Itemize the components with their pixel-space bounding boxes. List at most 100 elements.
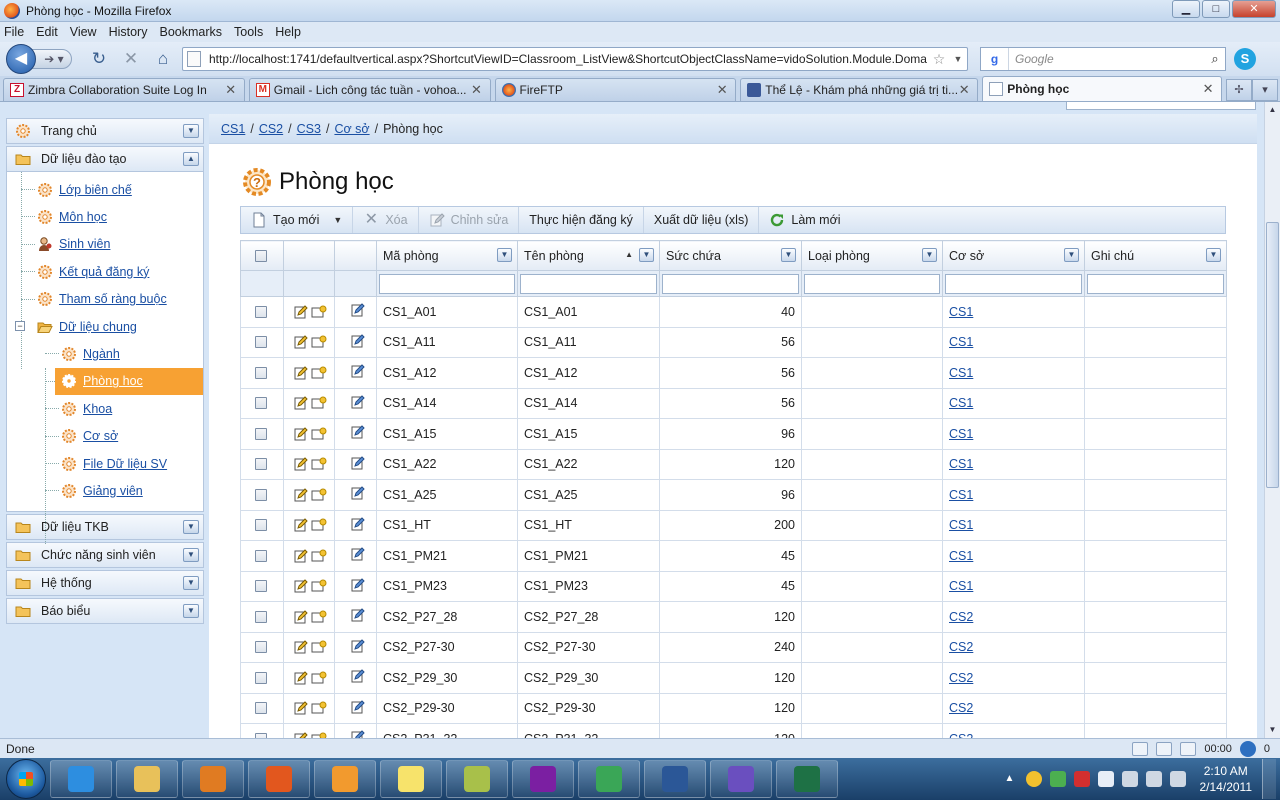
addon-icon[interactable] xyxy=(1132,741,1149,756)
scrollbar-thumb[interactable] xyxy=(1266,222,1279,488)
column-header-ma-phong[interactable]: Mã phòng ▼ xyxy=(376,240,518,271)
table-row[interactable]: CS2_P29-30 CS2_P29-30 120 CS2 xyxy=(240,692,1227,724)
cell-suc-chua[interactable]: 120 xyxy=(659,601,802,633)
open-detail-icon[interactable] xyxy=(311,488,327,502)
table-row[interactable]: CS1_A22 CS1_A22 120 CS1 xyxy=(240,448,1227,480)
row-checkbox[interactable] xyxy=(255,641,267,654)
search-placeholder[interactable]: Google xyxy=(1009,52,1205,66)
cell-loai-phong[interactable] xyxy=(801,509,943,541)
page-scrollbar[interactable]: ▲ ▼ xyxy=(1264,102,1280,738)
tray-sync-icon[interactable] xyxy=(1049,771,1066,787)
cell-ten-phong[interactable]: CS1_A12 xyxy=(517,357,660,389)
taskbar-app-yahoo[interactable] xyxy=(512,760,574,798)
edit-icon[interactable] xyxy=(294,549,310,563)
cell-suc-chua[interactable]: 96 xyxy=(659,479,802,511)
column-menu-icon[interactable]: ▼ xyxy=(1064,248,1079,262)
cell-ma-phong[interactable]: CS1_A12 xyxy=(376,357,518,389)
cell-co-so[interactable]: CS1 xyxy=(942,540,1085,572)
tray-messenger-icon[interactable] xyxy=(1025,771,1042,787)
cell-ten-phong[interactable]: CS2_P29-30 xyxy=(517,692,660,724)
cell-ten-phong[interactable]: CS1_A15 xyxy=(517,418,660,450)
select-all-checkbox[interactable] xyxy=(255,249,267,262)
co-so-link[interactable]: CS1 xyxy=(949,488,973,502)
nav-group-du-lieu-tkb[interactable]: Dữ liệu TKB ▼ xyxy=(6,513,204,540)
list-all-tabs-button[interactable]: ▾ xyxy=(1252,79,1279,101)
nav-group-bao-bieu[interactable]: Báo biểu ▼ xyxy=(6,597,204,624)
edit-row-icon[interactable] xyxy=(351,334,367,348)
status-globe-icon[interactable] xyxy=(1239,740,1256,757)
tab-close-icon[interactable]: ✕ xyxy=(1201,81,1215,97)
co-so-link[interactable]: CS2 xyxy=(949,671,973,685)
menu-view[interactable]: View xyxy=(70,25,97,39)
minimize-button[interactable]: ▁ xyxy=(1172,0,1200,18)
edit-icon[interactable] xyxy=(294,427,310,441)
breadcrumb-link-cs2[interactable]: CS2 xyxy=(259,122,283,136)
cell-co-so[interactable]: CS1 xyxy=(942,357,1085,389)
cell-loai-phong[interactable] xyxy=(801,601,943,633)
edit-row-icon[interactable] xyxy=(351,669,367,683)
open-detail-icon[interactable] xyxy=(311,671,327,685)
cell-loai-phong[interactable] xyxy=(801,570,943,602)
cell-ghi-chu[interactable] xyxy=(1084,357,1227,389)
export-xls-button[interactable]: Xuất dữ liệu (xls) xyxy=(644,207,760,233)
co-so-link[interactable]: CS1 xyxy=(949,366,973,380)
taskbar-app-tools[interactable] xyxy=(446,760,508,798)
open-detail-icon[interactable] xyxy=(311,396,327,410)
row-checkbox[interactable] xyxy=(255,305,267,318)
cell-co-so[interactable]: CS1 xyxy=(942,296,1085,328)
cell-ma-phong[interactable]: CS2_P27-30 xyxy=(376,631,518,663)
new-tab-button[interactable]: ✢ xyxy=(1226,79,1253,101)
menu-history[interactable]: History xyxy=(109,25,148,39)
cell-loai-phong[interactable] xyxy=(801,326,943,358)
edit-icon[interactable] xyxy=(294,518,310,532)
cell-loai-phong[interactable] xyxy=(801,357,943,389)
co-so-link[interactable]: CS1 xyxy=(949,335,973,349)
cell-ghi-chu[interactable] xyxy=(1084,296,1227,328)
taskbar-app-word[interactable] xyxy=(644,760,706,798)
column-menu-icon[interactable]: ▼ xyxy=(639,248,654,262)
cell-ma-phong[interactable]: CS2_P29_30 xyxy=(376,662,518,694)
cell-ghi-chu[interactable] xyxy=(1084,418,1227,450)
tab-close-icon[interactable]: ✕ xyxy=(715,82,729,98)
tray-arrow-icon[interactable]: ▲ xyxy=(1002,771,1018,787)
taskbar-app-media[interactable] xyxy=(182,760,244,798)
cell-ghi-chu[interactable] xyxy=(1084,509,1227,541)
edit-row-icon[interactable] xyxy=(351,578,367,592)
nav-group-he-thong[interactable]: Hệ thống ▼ xyxy=(6,569,204,596)
open-detail-icon[interactable] xyxy=(311,640,327,654)
cell-ma-phong[interactable]: CS1_HT xyxy=(376,509,518,541)
menu-bookmarks[interactable]: Bookmarks xyxy=(159,25,222,39)
row-checkbox[interactable] xyxy=(255,397,267,410)
column-header-ghi-chu[interactable]: Ghi chú ▼ xyxy=(1084,240,1227,271)
collapse-expander-icon[interactable]: − xyxy=(15,320,25,331)
cell-co-so[interactable]: CS1 xyxy=(942,479,1085,511)
table-row[interactable]: CS2_P29_30 CS2_P29_30 120 CS2 xyxy=(240,662,1227,694)
cell-suc-chua[interactable]: 120 xyxy=(659,692,802,724)
row-checkbox[interactable] xyxy=(255,702,267,715)
reload-icon[interactable]: ↻ xyxy=(86,46,112,72)
tree-folder-du-lieu-chung[interactable]: − Dữ liệu chung xyxy=(7,313,203,340)
tree-item-khoa[interactable]: Khoa xyxy=(7,395,203,422)
row-checkbox[interactable] xyxy=(255,366,267,379)
row-checkbox[interactable] xyxy=(255,580,267,593)
taskbar-app-monitor[interactable] xyxy=(578,760,640,798)
cell-loai-phong[interactable] xyxy=(801,540,943,572)
taskbar-app-explorer[interactable] xyxy=(116,760,178,798)
cell-suc-chua[interactable]: 120 xyxy=(659,448,802,480)
co-so-link[interactable]: CS1 xyxy=(949,427,973,441)
tab-gmail[interactable]: M Gmail - Lich công tác tuần - vohoa... … xyxy=(248,78,491,101)
cell-co-so[interactable]: CS2 xyxy=(942,723,1085,738)
cell-loai-phong[interactable] xyxy=(801,418,943,450)
column-menu-icon[interactable]: ▼ xyxy=(497,248,512,262)
tab-close-icon[interactable]: ✕ xyxy=(957,82,971,98)
edit-button[interactable]: Chỉnh sửa xyxy=(419,207,520,233)
edit-icon[interactable] xyxy=(294,579,310,593)
taskbar-app-editor[interactable] xyxy=(314,760,376,798)
chevron-down-icon[interactable]: ▼ xyxy=(183,124,199,138)
open-detail-icon[interactable] xyxy=(311,427,327,441)
cell-suc-chua[interactable]: 56 xyxy=(659,357,802,389)
menu-file[interactable]: File xyxy=(4,25,24,39)
cell-suc-chua[interactable]: 56 xyxy=(659,387,802,419)
chevron-up-icon[interactable]: ▲ xyxy=(183,152,199,166)
close-window-button[interactable]: ✕ xyxy=(1232,0,1276,18)
